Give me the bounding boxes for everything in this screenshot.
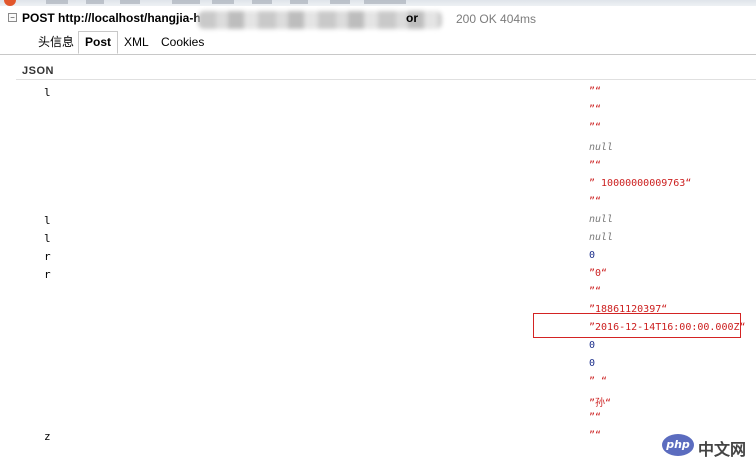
json-row[interactable]: r ”0“ — [0, 266, 756, 284]
json-value: 0 — [589, 358, 596, 369]
json-value: 0 — [589, 250, 596, 261]
toolbar-item[interactable] — [46, 0, 68, 4]
json-value: ”“ — [589, 412, 602, 423]
detail-tabs: 头信息 Post XML Cookies — [0, 30, 756, 55]
toolbar-item[interactable] — [212, 0, 234, 4]
json-value: ” “ — [589, 376, 608, 387]
json-key: r — [44, 268, 51, 281]
json-row[interactable]: ” “ — [0, 374, 756, 392]
json-key: l — [44, 86, 51, 99]
json-row[interactable]: l null — [0, 212, 756, 230]
json-key: z — [44, 430, 51, 443]
request-url-tail: or — [406, 11, 418, 25]
tab-xml[interactable]: XML — [118, 32, 155, 53]
watermark-text: 中文网 — [698, 440, 747, 459]
json-value: 0 — [589, 340, 596, 351]
watermark-badge: php — [662, 434, 694, 456]
json-row[interactable]: ”“ — [0, 194, 756, 212]
collapse-toggle-icon[interactable]: − — [8, 13, 17, 22]
tab-headers[interactable]: 头信息 — [32, 32, 80, 53]
json-row[interactable]: ”“ — [0, 284, 756, 302]
json-value: ” 10000000009763“ — [589, 178, 692, 189]
toolbar-item[interactable] — [290, 0, 308, 4]
json-value: ”“ — [589, 196, 602, 207]
json-value: ”“ — [589, 160, 602, 171]
json-row[interactable]: r0 — [0, 248, 756, 266]
json-row[interactable]: ”“ — [0, 120, 756, 138]
json-value: ”“ — [589, 86, 602, 97]
watermark: php 中文网 — [662, 432, 752, 459]
json-value: null — [589, 232, 614, 243]
json-row[interactable]: ” 10000000009763“ — [0, 176, 756, 194]
json-value: null — [589, 142, 614, 153]
json-value: ”“ — [589, 122, 602, 133]
tab-cookies[interactable]: Cookies — [155, 32, 210, 53]
request-row[interactable]: − POST http://localhost/hangjia-h or 200… — [0, 8, 756, 30]
toolbar-item[interactable] — [364, 0, 406, 4]
firebug-icon[interactable] — [4, 0, 16, 6]
json-row[interactable]: l null — [0, 230, 756, 248]
toolbar-item[interactable] — [172, 0, 200, 4]
json-value: null — [589, 214, 614, 225]
json-row[interactable]: ”“ — [0, 102, 756, 120]
divider — [16, 79, 756, 80]
tab-post[interactable]: Post — [78, 31, 119, 54]
json-row[interactable]: null — [0, 140, 756, 158]
toolbar-item[interactable] — [86, 0, 104, 4]
json-row[interactable]: z ”“ — [0, 428, 756, 446]
json-row[interactable]: l ”“ — [0, 84, 756, 102]
toolbar-item[interactable] — [252, 0, 272, 4]
json-key: r — [44, 250, 51, 263]
json-value: ”“ — [589, 430, 602, 441]
json-row[interactable]: ”“ — [0, 410, 756, 428]
highlight-box — [533, 313, 741, 338]
json-value: ”0“ — [589, 268, 608, 279]
request-url[interactable]: POST http://localhost/hangjia-h — [22, 11, 201, 25]
json-key: l — [44, 232, 51, 245]
json-row[interactable]: ”“ — [0, 158, 756, 176]
json-value: ”孙“ — [589, 398, 612, 409]
toolbar-item[interactable] — [330, 0, 350, 4]
json-key: l — [44, 214, 51, 227]
json-value: ”“ — [589, 286, 602, 297]
json-row[interactable]: 0 — [0, 338, 756, 356]
response-status: 200 OK 404ms — [456, 12, 537, 26]
json-row[interactable]: ”孙“ — [0, 392, 756, 410]
toolbar-item[interactable] — [120, 0, 140, 4]
json-row[interactable]: 0 — [0, 356, 756, 374]
section-title: JSON — [22, 65, 54, 77]
json-value: ”“ — [589, 104, 602, 115]
toolbar-strip — [0, 0, 756, 6]
